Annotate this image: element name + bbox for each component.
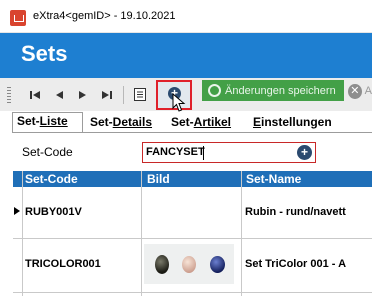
discard-changes-label: A [364,85,372,97]
tab-set-details[interactable]: Set-Details [86,114,156,132]
cell-set-name: Rubin - rund/navett [245,206,346,218]
next-icon [79,90,86,99]
tab-bar: Set-Liste Set-Details Set-Artikel Einste… [12,112,372,133]
toolbar-grip[interactable] [7,87,11,103]
save-changes-button[interactable]: Änderungen speichern [202,80,344,101]
page-header: Sets [0,33,372,78]
list-view-button[interactable] [133,87,147,102]
discard-changes-button[interactable]: ✕ A [348,81,372,101]
save-icon [208,84,221,97]
text-caret [203,146,204,160]
set-code-value: FANCYSET [146,146,205,158]
cell-set-name: Set TriColor 001 - A [245,258,347,270]
last-record-icon [102,90,112,99]
set-code-input[interactable]: FANCYSET + [142,142,316,163]
tab-label: Set- [17,114,40,128]
grid-header: Set-Code Bild Set-Name [13,171,372,187]
tab-label-mnemonic: E [253,115,262,129]
current-row-icon [14,207,20,215]
column-header-set-name[interactable]: Set-Name [246,172,301,186]
app-icon [10,10,26,26]
next-record-button[interactable] [76,87,90,102]
tab-label: Set- [90,115,113,129]
column-header-bild[interactable]: Bild [147,172,170,186]
toolbar-separator [123,86,124,104]
first-record-icon [30,90,40,99]
sets-grid: Set-Code Bild Set-Name RUBY001V Rubin - … [13,171,372,296]
add-circle-icon[interactable]: + [297,145,312,160]
black-gem [155,255,169,274]
tab-label: instellungen [261,115,332,129]
tab-divider [12,132,372,133]
set-code-label: Set-Code [22,145,73,159]
blue-gem [210,256,225,273]
pink-gem [182,256,196,273]
window-title: eXtra4<gemID> - 19.10.2021 [33,10,176,22]
list-icon [134,88,146,101]
tab-label-mnemonic: Liste [39,114,68,128]
first-record-button[interactable] [28,87,42,102]
previous-record-button[interactable] [52,87,66,102]
cell-set-code: TRICOLOR001 [25,258,101,270]
tab-set-artikel[interactable]: Set-Artikel [167,114,235,132]
tab-set-liste[interactable]: Set-Liste [12,112,83,133]
last-record-button[interactable] [100,87,114,102]
page-title: Sets [21,41,68,66]
table-row[interactable]: RUBY001V Rubin - rund/navett [13,187,372,239]
table-row[interactable]: TRICOLOR001 Set TriColor 001 - A [13,238,372,293]
tab-einstellungen[interactable]: Einstellungen [249,114,336,132]
set-image [144,244,234,284]
tab-label-mnemonic: Artikel [193,115,232,129]
mouse-cursor-icon [172,93,186,112]
tab-label: Set- [171,115,194,129]
previous-icon [56,90,63,99]
title-bar: eXtra4<gemID> - 19.10.2021 [0,0,372,33]
cell-set-code: RUBY001V [25,206,82,218]
tab-label-mnemonic: Details [112,115,153,129]
column-header-set-code[interactable]: Set-Code [25,172,78,186]
cancel-icon: ✕ [348,83,362,99]
save-changes-label: Änderungen speichern [225,84,336,97]
